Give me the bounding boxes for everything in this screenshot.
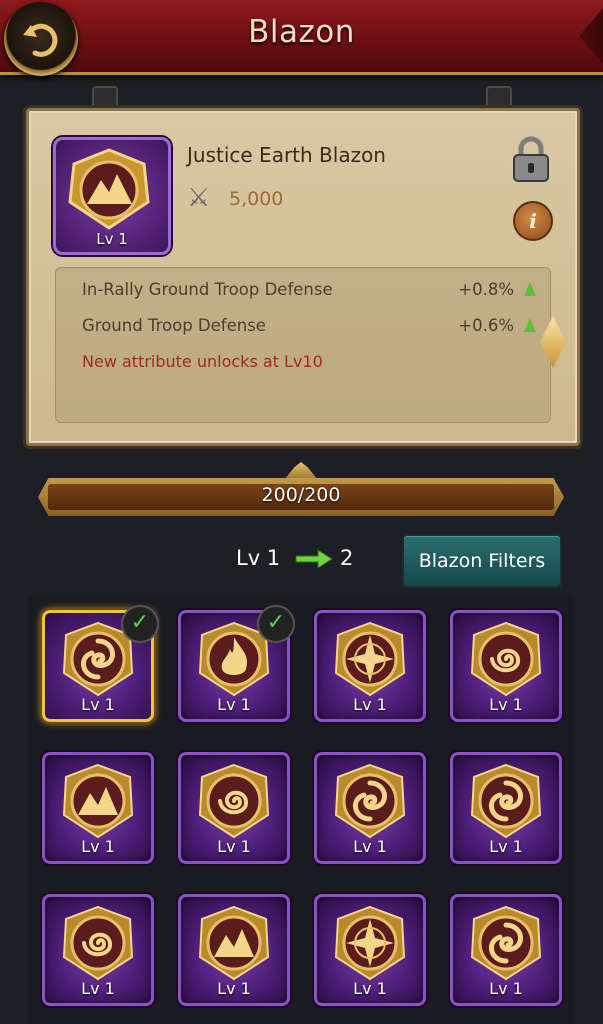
blazon-capacity-bar: 200/200 (38, 478, 564, 516)
selected-blazon-icon[interactable]: Lv 1 (53, 137, 171, 255)
unlock-note: New attribute unlocks at Lv10 (82, 352, 323, 371)
arrow-right-icon (295, 549, 333, 569)
blazon-level: Lv 1 (217, 979, 251, 998)
blazon-power: 5,000 (229, 188, 284, 210)
attribute-value: +0.8% (458, 280, 514, 299)
blazon-tile[interactable]: Lv 1 (178, 752, 290, 864)
blazon-level: Lv 1 (353, 695, 387, 714)
attribute-label: In-Rally Ground Troop Defense (82, 280, 333, 299)
blazon-tile[interactable]: Lv 1 (450, 894, 562, 1006)
attribute-value: +0.6% (458, 316, 514, 335)
blazon-filters-button[interactable]: Blazon Filters (402, 534, 562, 588)
blazon-tile[interactable]: Lv 1 (314, 752, 426, 864)
blazon-level: Lv 1 (489, 837, 523, 856)
blazon-level: Lv 1 (217, 837, 251, 856)
mountain-emblem-icon (62, 763, 134, 839)
page-title: Blazon (248, 14, 355, 50)
blazon-level: Lv 1 (353, 837, 387, 856)
swirl-emblem-icon (470, 763, 542, 839)
next-level: 2 (340, 546, 354, 570)
blazon-name: Justice Earth Blazon (187, 143, 386, 167)
compass-emblem-icon (334, 905, 406, 981)
spiral-emblem-icon (62, 905, 134, 981)
lock-icon[interactable] (511, 135, 551, 183)
compass-emblem-icon (334, 621, 406, 697)
selected-blazon-level: Lv 1 (96, 230, 128, 248)
blazon-level: Lv 1 (217, 695, 251, 714)
attribute-label: Ground Troop Defense (82, 316, 266, 335)
blazon-level: Lv 1 (81, 695, 115, 714)
header-bar: Blazon (0, 0, 603, 75)
spiral-emblem-icon (470, 621, 542, 697)
swirl-emblem-icon (334, 763, 406, 839)
swirl-emblem-icon (470, 905, 542, 981)
blazon-tile[interactable]: Lv 1 (314, 894, 426, 1006)
blazon-detail-panel: Lv 1 Justice Earth Blazon ⚔ 5,000 i In-R… (26, 108, 580, 446)
increase-arrow-icon (524, 318, 536, 332)
info-icon[interactable]: i (513, 201, 553, 241)
blazon-level: Lv 1 (489, 979, 523, 998)
capacity-text: 200/200 (261, 484, 341, 506)
check-icon: ✓ (121, 605, 159, 643)
spiral-emblem-icon (198, 763, 270, 839)
blazon-tile[interactable]: Lv 1 (450, 610, 562, 722)
blazon-tile[interactable]: Lv 1 ✓ (42, 605, 159, 722)
attribute-list: In-Rally Ground Troop Defense +0.8% Grou… (55, 267, 551, 423)
blazon-tile[interactable]: Lv 1 (450, 752, 562, 864)
blazon-tile[interactable]: Lv 1 (314, 610, 426, 722)
blazon-level: Lv 1 (353, 979, 387, 998)
crossed-swords-icon: ⚔ (187, 183, 211, 213)
blazon-tile[interactable]: Lv 1 (42, 894, 154, 1006)
blazon-tile[interactable]: Lv 1 (178, 894, 290, 1006)
bar-ornament (284, 462, 318, 480)
current-level: Lv 1 (236, 546, 281, 570)
mountain-emblem-icon (68, 148, 150, 230)
blazon-tile[interactable]: Lv 1 (42, 752, 154, 864)
blazon-level: Lv 1 (489, 695, 523, 714)
blazon-level: Lv 1 (81, 837, 115, 856)
back-arrow-icon (23, 23, 58, 57)
increase-arrow-icon (524, 282, 536, 296)
mountain-emblem-icon (198, 905, 270, 981)
check-icon: ✓ (257, 605, 295, 643)
back-button[interactable] (4, 2, 78, 76)
blazon-level: Lv 1 (81, 979, 115, 998)
blazon-tile[interactable]: Lv 1 ✓ (178, 605, 295, 722)
blazon-grid: Lv 1 ✓ Lv 1 ✓ Lv 1 Lv 1 Lv 1 Lv 1 Lv 1 Lv 1 Lv 1 Lv… (28, 596, 574, 1024)
